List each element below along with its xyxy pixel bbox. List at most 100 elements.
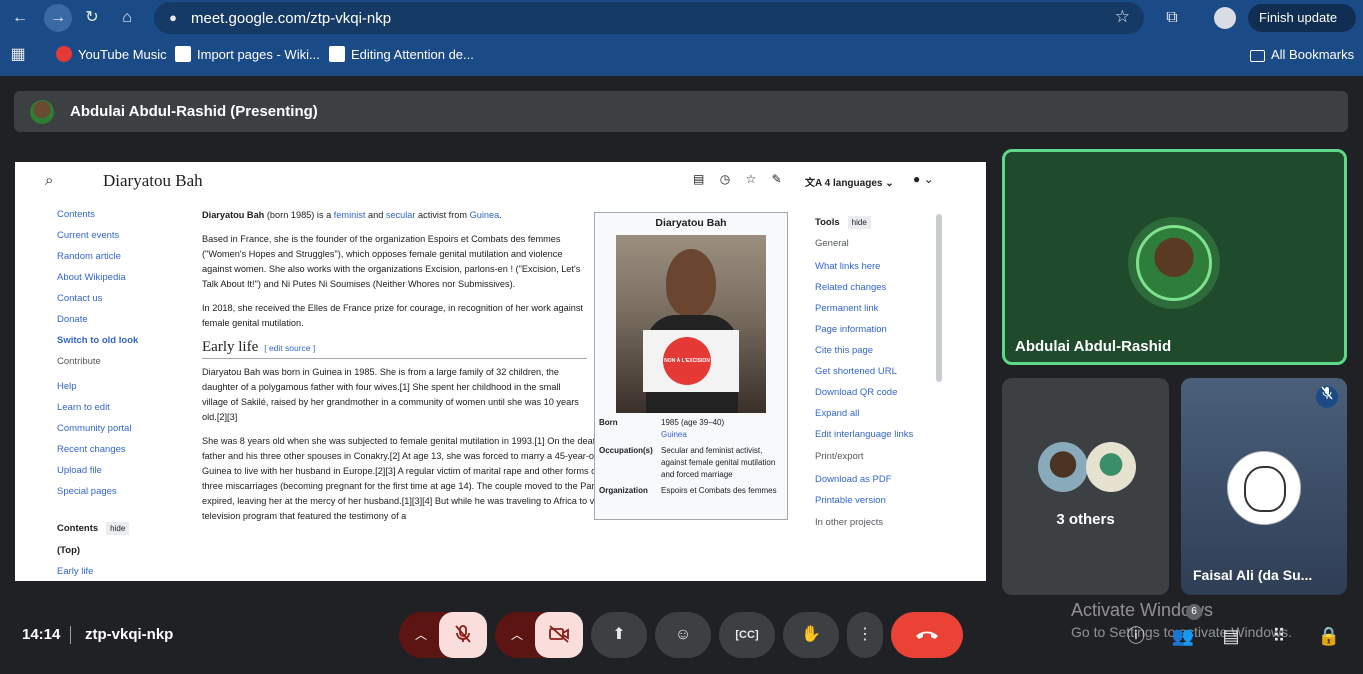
general-heading: General xyxy=(815,238,849,249)
nav-item: Donate xyxy=(57,314,88,325)
sign-text: NON À L'EXCISION xyxy=(663,337,711,385)
profile-avatar[interactable] xyxy=(1214,7,1236,29)
mic-control-group: ︿ xyxy=(399,612,487,658)
infobox: Diaryatou Bah NON À L'EXCISION Born 1985 … xyxy=(594,212,788,520)
activities-icon[interactable]: ⠿ xyxy=(1266,623,1292,649)
avatar xyxy=(1227,451,1301,525)
address-bar[interactable]: ● meet.google.com/ztp-vkqi-nkp ☆ xyxy=(154,2,1144,34)
presenting-bar: Abdulai Abdul-Rashid (Presenting) xyxy=(14,91,1348,132)
participant-name: Abdulai Abdul-Rashid xyxy=(1015,338,1172,355)
contents-heading: Contents hide xyxy=(57,518,187,540)
finish-update-button[interactable]: Finish update xyxy=(1248,4,1356,32)
bookmark-star-icon[interactable]: ☆ xyxy=(1115,7,1130,27)
tool-link: Edit interlanguage links xyxy=(815,429,914,440)
camera-options-chevron-icon[interactable]: ︿ xyxy=(495,612,539,658)
article-paragraph: In 2018, she received the Elles de Franc… xyxy=(202,303,583,328)
nav-item: Learn to edit xyxy=(57,402,110,413)
emoji-icon: ☺ xyxy=(674,626,692,643)
talk-icon: ▤ xyxy=(693,172,705,186)
nav-item: Upload file xyxy=(57,465,102,476)
present-screen-button[interactable]: ⬆ xyxy=(591,612,647,658)
nav-item: Switch to old look xyxy=(57,335,139,346)
translate-icon: 文A xyxy=(805,178,825,189)
reactions-button[interactable]: ☺ xyxy=(655,612,711,658)
folder-icon xyxy=(1250,50,1265,62)
people-icon[interactable]: 👥 xyxy=(1170,623,1196,649)
tools-heading: Tools hide xyxy=(815,214,945,232)
apps-grid-icon[interactable]: ▦ xyxy=(6,43,30,67)
nav-item: Random article xyxy=(57,251,121,262)
avatar xyxy=(1086,442,1136,492)
bookmark-youtube-music[interactable]: YouTube Music xyxy=(56,45,167,65)
wikipedia-icon xyxy=(175,46,191,62)
shared-screen: ⌕ Diaryatou Bah ▤ ◷ ☆ ✎ 文A 4 languages ⌄… xyxy=(15,162,986,581)
nav-item: Community portal xyxy=(57,423,132,434)
nav-item: Special pages xyxy=(57,486,117,497)
avatar xyxy=(1038,442,1088,492)
bookmark-import-pages[interactable]: Import pages - Wiki... xyxy=(175,45,320,65)
nav-item: Help xyxy=(57,381,77,392)
captions-icon: [CC] xyxy=(735,629,759,641)
section-heading: Early life[ edit source ] xyxy=(202,340,587,359)
tool-link: Download QR code xyxy=(815,387,898,398)
mic-toggle-button[interactable] xyxy=(439,612,487,658)
hide-tag: hide xyxy=(847,216,871,229)
infobox-title: Diaryatou Bah xyxy=(655,217,727,229)
hand-icon: ✋ xyxy=(801,626,821,643)
host-controls-icon[interactable]: 🔒 xyxy=(1316,623,1342,649)
meeting-time: 14:14 xyxy=(22,626,61,643)
mic-icon[interactable]: ● xyxy=(162,7,184,29)
print-heading: Print/export xyxy=(815,451,864,462)
wiki-site-title: Diaryatou Bah xyxy=(103,171,203,190)
tools-panel: Tools hide General What links here Relate… xyxy=(815,214,945,535)
bookmark-editing-attention[interactable]: Editing Attention de... xyxy=(329,45,474,65)
participant-tile-others[interactable]: 3 others xyxy=(1002,378,1169,595)
contents-item: Early life xyxy=(57,566,94,577)
chat-icon[interactable]: ▤ xyxy=(1218,623,1244,649)
nav-item: About Wikipedia xyxy=(57,272,126,283)
nav-item: Current events xyxy=(57,230,120,241)
participant-tile-main[interactable]: Abdulai Abdul-Rashid xyxy=(1002,149,1347,365)
others-label: 3 others xyxy=(1056,511,1115,528)
nav-item: Contents xyxy=(57,209,96,220)
photo-sign: NON À L'EXCISION xyxy=(643,330,739,392)
hang-up-icon xyxy=(916,631,938,639)
participant-tile-faisal[interactable]: Faisal Ali (da Su... xyxy=(1181,378,1347,595)
camera-control-group: ︿ xyxy=(495,612,583,658)
reload-icon[interactable]: ↻ xyxy=(80,6,104,30)
article-paragraph: Diaryatou Bah was born in Guinea in 1985… xyxy=(202,367,579,422)
tool-link: Printable version xyxy=(815,495,886,506)
tool-link: Cite this page xyxy=(815,345,874,356)
more-options-button[interactable]: ⋮ xyxy=(847,612,883,658)
article-paragraph: Based in France, she is the founder of t… xyxy=(202,234,581,289)
avatar xyxy=(30,100,54,124)
participant-name: Faisal Ali (da Su... xyxy=(1193,567,1313,583)
present-screen-icon: ⬆ xyxy=(612,626,626,643)
raise-hand-button[interactable]: ✋ xyxy=(783,612,839,658)
wiki-toolbar-icons: ▤ ◷ ☆ ✎ xyxy=(693,172,794,186)
user-menu-icon: ● ⌄ xyxy=(913,172,934,186)
hide-tag: hide xyxy=(106,522,130,535)
edit-pencil-icon: ✎ xyxy=(771,172,782,186)
wikipedia-icon xyxy=(329,46,345,62)
home-icon[interactable]: ⌂ xyxy=(115,6,139,30)
url-text[interactable]: meet.google.com/ztp-vkqi-nkp xyxy=(191,10,391,27)
presenting-label: Abdulai Abdul-Rashid (Presenting) xyxy=(70,103,318,120)
tool-link: What links here xyxy=(815,261,881,272)
browser-toolbar: ← → ↻ ⌂ ● meet.google.com/ztp-vkqi-nkp ☆… xyxy=(0,0,1363,76)
forward-icon[interactable]: → xyxy=(44,4,72,32)
mic-options-chevron-icon[interactable]: ︿ xyxy=(399,612,443,658)
tool-link: Get shortened URL xyxy=(815,366,897,377)
extensions-icon[interactable]: ⧉ xyxy=(1160,6,1184,30)
divider xyxy=(70,626,71,644)
meeting-info-icon[interactable]: ⓘ xyxy=(1123,623,1149,649)
camera-off-icon xyxy=(549,625,569,643)
back-icon[interactable]: ← xyxy=(8,6,32,30)
leave-call-button[interactable] xyxy=(891,612,963,658)
tool-link: Permanent link xyxy=(815,303,879,314)
all-bookmarks[interactable]: All Bookmarks xyxy=(1250,45,1354,65)
tool-link: Related changes xyxy=(815,282,887,293)
infobox-row-occupation: Occupation(s) Secular and feminist activi… xyxy=(599,446,776,479)
camera-toggle-button[interactable] xyxy=(535,612,583,658)
captions-button[interactable]: [CC] xyxy=(719,612,775,658)
